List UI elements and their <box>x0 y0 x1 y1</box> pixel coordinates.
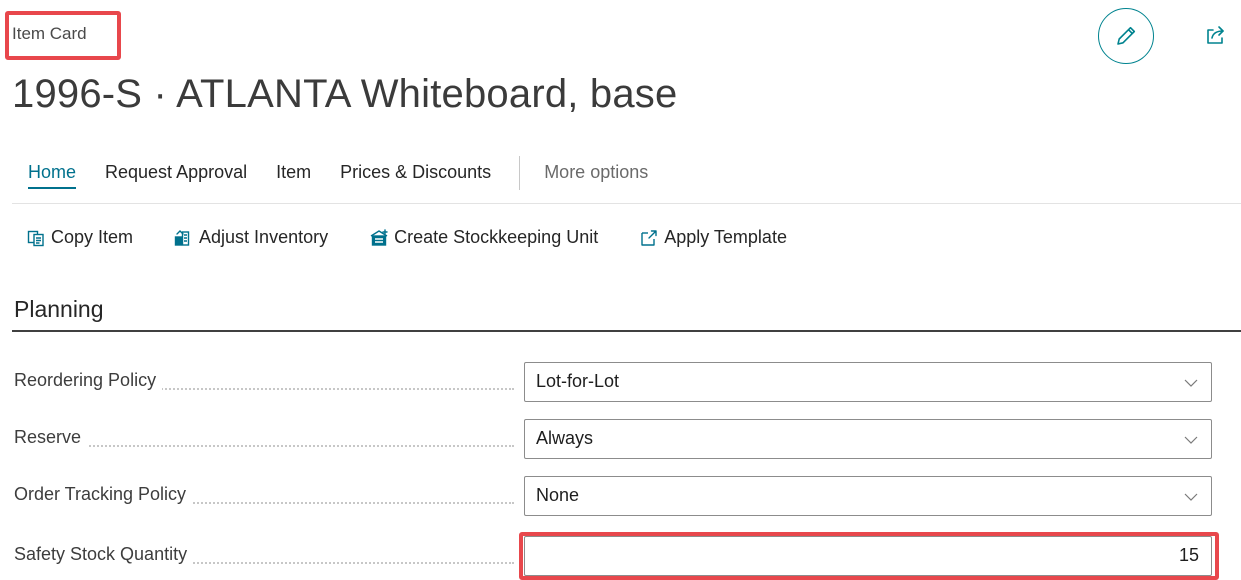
tab-prices-discounts[interactable]: Prices & Discounts <box>340 162 491 183</box>
section-divider <box>12 330 1241 332</box>
safety-stock-quantity-label: Safety Stock Quantity <box>14 544 194 565</box>
safety-stock-quantity-input[interactable]: 15 <box>524 536 1212 576</box>
breadcrumb: Item Card <box>12 24 87 43</box>
reordering-policy-value: Lot-for-Lot <box>536 371 620 391</box>
order-tracking-policy-value: None <box>536 485 580 505</box>
create-stockkeeping-unit-button[interactable]: Create Stockkeeping Unit <box>369 227 598 248</box>
order-tracking-policy-label: Order Tracking Policy <box>14 484 193 505</box>
create-stockkeeping-unit-label: Create Stockkeeping Unit <box>394 227 599 247</box>
share-icon <box>1207 26 1224 44</box>
stockkeeping-unit-icon <box>369 228 389 248</box>
adjust-inventory-button[interactable]: Adjust Inventory <box>174 227 328 248</box>
leader-dots <box>14 445 514 447</box>
field-row-reserve: Reserve Always <box>14 419 1214 459</box>
action-tabs: Home Request Approval Item Prices & Disc… <box>28 156 677 192</box>
tabs-divider <box>12 203 1241 204</box>
reserve-select[interactable]: Always <box>524 419 1212 459</box>
chevron-down-icon <box>1184 379 1198 387</box>
action-bar: Copy Item Adjust Inventory Create Stockk… <box>26 227 828 248</box>
tab-item[interactable]: Item <box>276 162 311 183</box>
page-title: 1996-S · ATLANTA Whiteboard, base <box>12 72 678 116</box>
edit-button[interactable] <box>1098 8 1154 64</box>
copy-item-label: Copy Item <box>51 227 134 247</box>
tab-more-options[interactable]: More options <box>544 162 648 183</box>
adjust-inventory-icon <box>174 228 194 248</box>
pencil-icon <box>1117 26 1136 45</box>
reserve-label: Reserve <box>14 427 88 448</box>
tab-home[interactable]: Home <box>28 162 77 189</box>
field-row-reordering-policy: Reordering Policy Lot-for-Lot <box>14 362 1214 402</box>
apply-template-icon <box>639 228 659 248</box>
reordering-policy-select[interactable]: Lot-for-Lot <box>524 362 1212 402</box>
field-row-order-tracking-policy: Order Tracking Policy None <box>14 476 1214 516</box>
chevron-down-icon <box>1184 436 1198 444</box>
field-row-safety-stock-quantity: Safety Stock Quantity 15 <box>14 536 1214 576</box>
reordering-policy-label: Reordering Policy <box>14 370 163 391</box>
share-button[interactable] <box>1203 22 1229 48</box>
tab-request-approval[interactable]: Request Approval <box>105 162 247 183</box>
copy-icon <box>26 228 46 248</box>
reserve-value: Always <box>536 428 594 448</box>
order-tracking-policy-select[interactable]: None <box>524 476 1212 516</box>
chevron-down-icon <box>1184 493 1198 501</box>
tab-divider <box>519 156 521 190</box>
section-title-planning: Planning <box>14 296 104 322</box>
apply-template-label: Apply Template <box>664 227 787 247</box>
copy-item-button[interactable]: Copy Item <box>26 227 133 248</box>
adjust-inventory-label: Adjust Inventory <box>199 227 329 247</box>
apply-template-button[interactable]: Apply Template <box>639 227 787 248</box>
